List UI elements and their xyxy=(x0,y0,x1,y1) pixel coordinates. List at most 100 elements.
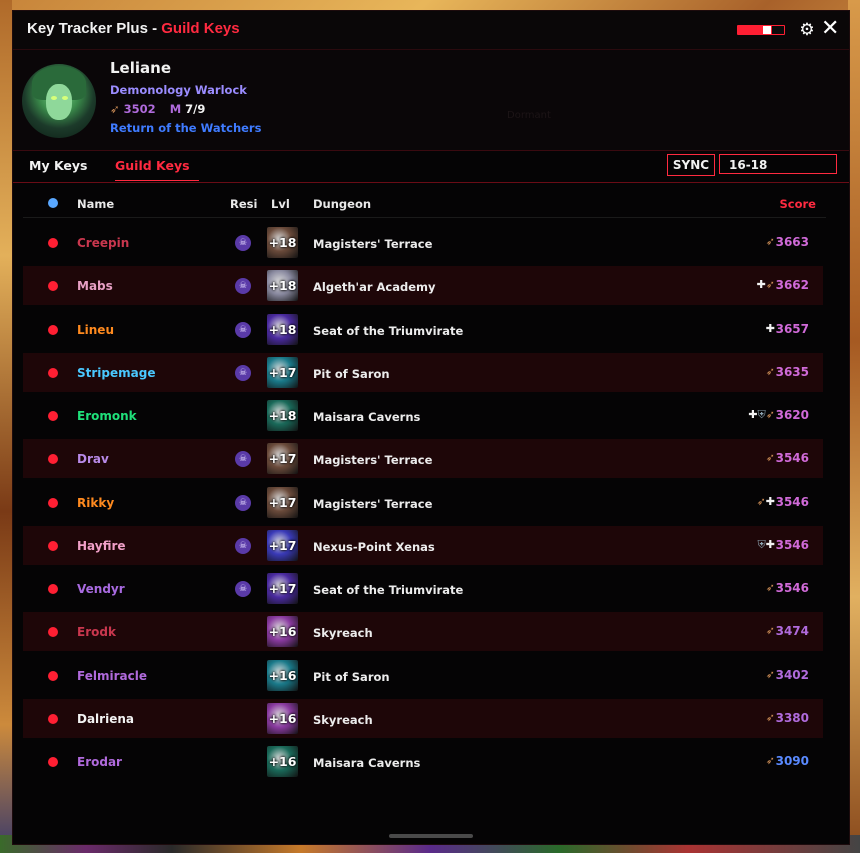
role-icons: ➶ xyxy=(766,624,775,638)
gear-icon[interactable]: ⚙ xyxy=(798,21,816,39)
title-bar[interactable]: Key Tracker Plus - Guild Keys ⚙ ✕ xyxy=(13,11,849,49)
table-row[interactable]: Eromonk +18 Maisara Caverns 3620 ✚⛨➶ xyxy=(23,396,823,435)
dungeon-name: Pit of Saron xyxy=(313,669,390,684)
wand-icon: ➶ xyxy=(765,235,775,248)
sync-button[interactable]: SYNC xyxy=(667,154,715,176)
key-level: +16 xyxy=(268,754,297,769)
dungeon-name: Magisters' Terrace xyxy=(313,496,433,511)
key-level: +17 xyxy=(268,451,297,467)
table-row[interactable]: Dalriena +16 Skyreach 3380 ➶ xyxy=(23,698,823,738)
column-header-score[interactable]: Score xyxy=(780,197,816,211)
wand-icon: ➶ xyxy=(765,754,775,767)
wand-icon: ➶ xyxy=(765,624,775,638)
tab-guild-keys[interactable]: Guild Keys xyxy=(115,158,199,181)
player-guild[interactable]: Return of the Watchers xyxy=(110,121,261,135)
dungeon-key-icon: +16 xyxy=(267,659,298,691)
key-level: +16 xyxy=(268,624,297,640)
scrollbar[interactable] xyxy=(389,834,473,838)
table-row[interactable]: Lineu ☠ +18 Seat of the Triumvirate 3657 ✚ xyxy=(23,310,823,349)
score-value: 3635 xyxy=(775,364,809,379)
table-row[interactable]: Erodk +16 Skyreach 3474 ➶ xyxy=(23,612,823,652)
status-dot xyxy=(48,627,58,638)
key-level: +16 xyxy=(268,710,297,726)
window-title-accent: Guild Keys xyxy=(161,20,240,37)
dungeon-name: Seat of the Triumvirate xyxy=(313,583,464,597)
faded-status-text: Dormant xyxy=(507,110,551,121)
wand-icon: ➶ xyxy=(756,494,766,508)
table-row[interactable]: Drav ☠ +17 Magisters' Terrace 3546 ➶ xyxy=(23,439,823,479)
player-name: Leliane xyxy=(110,59,171,77)
wand-icon: ➶ xyxy=(765,278,775,292)
status-dot xyxy=(48,713,58,724)
cross-icon: ✚ xyxy=(756,278,766,292)
dungeon-name: Maisara Caverns xyxy=(313,756,421,770)
wand-icon: ➶ xyxy=(765,451,775,465)
dungeon-key-icon: +17 xyxy=(267,573,298,604)
status-dot xyxy=(48,757,58,767)
dungeon-name: Skyreach xyxy=(313,626,373,641)
status-dot xyxy=(48,454,58,465)
player-name-cell: Eromonk xyxy=(77,409,137,423)
status-dot xyxy=(48,367,58,378)
key-level: +17 xyxy=(268,494,297,510)
dungeon-key-icon: +16 xyxy=(267,616,298,648)
key-level: +17 xyxy=(268,364,297,380)
wand-icon: ➶ xyxy=(765,364,775,378)
avatar-face xyxy=(46,84,72,120)
skull-icon: ☠ xyxy=(235,364,251,381)
role-icons: ➶ xyxy=(766,668,775,682)
player-name-cell: Dalriena xyxy=(77,711,134,726)
wand-icon: ➶ xyxy=(110,102,120,116)
table-row[interactable]: Hayfire ☠ +17 Nexus-Point Xenas 3546 ⛨✚ xyxy=(23,525,823,565)
score-value: 3620 xyxy=(775,408,809,422)
close-icon[interactable]: ✕ xyxy=(821,18,839,40)
table-row[interactable]: Creepin ☠ +18 Magisters' Terrace 3663 ➶ xyxy=(23,223,823,262)
player-score: 3502 xyxy=(123,102,156,116)
column-header-lvl[interactable]: Lvl xyxy=(271,197,290,211)
dungeon-name: Magisters' Terrace xyxy=(313,453,433,468)
tab-my-keys[interactable]: My Keys xyxy=(29,158,87,180)
key-level: +16 xyxy=(268,667,297,683)
table-row[interactable]: Erodar +16 Maisara Caverns 3090 ➶ xyxy=(23,742,823,781)
role-icons: ➶ xyxy=(766,581,775,595)
dungeon-key-icon: +16 xyxy=(267,702,298,734)
skull-icon: ☠ xyxy=(235,537,251,554)
guild-keys-list: Creepin ☠ +18 Magisters' Terrace 3663 ➶ Mabs ☠ +… xyxy=(23,223,823,785)
status-dot xyxy=(48,540,58,551)
level-range-input[interactable]: 16-18 xyxy=(719,154,837,174)
table-row[interactable]: Mabs ☠ +18 Algeth'ar Academy 3662 ✚➶ xyxy=(23,266,823,306)
status-dot xyxy=(48,281,58,292)
status-dot-header[interactable] xyxy=(48,198,58,208)
avatar-eye xyxy=(62,96,68,100)
player-name-cell: Drav xyxy=(77,452,109,467)
dungeon-key-icon: +17 xyxy=(267,529,298,561)
role-icons: ✚ xyxy=(766,322,775,336)
table-row[interactable]: Rikky ☠ +17 Magisters' Terrace 3546 ➶✚ xyxy=(23,483,823,522)
toggle-switch[interactable] xyxy=(737,25,785,35)
key-level: +17 xyxy=(268,581,297,596)
score-value: 3662 xyxy=(775,278,809,293)
dungeon-name: Magisters' Terrace xyxy=(313,237,433,251)
shield-icon: ⛨ xyxy=(757,537,766,551)
key-level: +17 xyxy=(268,537,297,553)
player-name-cell: Erodk xyxy=(77,625,116,640)
role-icons: ✚⛨➶ xyxy=(748,408,775,422)
dungeon-key-icon: +17 xyxy=(267,443,298,475)
role-icons: ➶ xyxy=(766,365,775,379)
table-row[interactable]: Stripemage ☠ +17 Pit of Saron 3635 ➶ xyxy=(23,352,823,392)
status-dot xyxy=(48,584,58,594)
shield-icon: ⛨ xyxy=(757,408,766,421)
player-name-cell: Stripemage xyxy=(77,365,156,380)
table-row[interactable]: Felmiracle +16 Pit of Saron 3402 ➶ xyxy=(23,656,823,695)
avatar xyxy=(22,64,96,138)
column-header-dungeon[interactable]: Dungeon xyxy=(313,197,371,211)
score-value: 3474 xyxy=(775,624,809,639)
wand-icon: ➶ xyxy=(765,667,775,681)
status-dot xyxy=(48,497,58,508)
player-name-cell: Lineu xyxy=(77,322,114,337)
player-name-cell: Creepin xyxy=(77,236,130,250)
table-row[interactable]: Vendyr ☠ +17 Seat of the Triumvirate 3546 ➶ xyxy=(23,569,823,608)
column-header-name[interactable]: Name xyxy=(77,197,114,211)
score-value: 3380 xyxy=(775,710,809,725)
column-header-resi[interactable]: Resi xyxy=(230,197,257,211)
